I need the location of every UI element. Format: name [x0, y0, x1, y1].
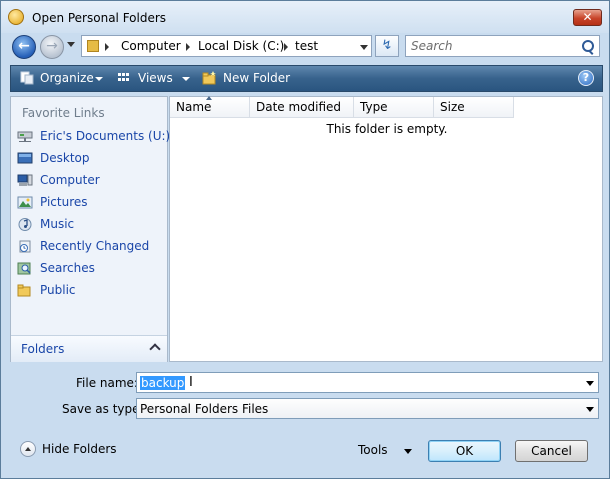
- forward-button[interactable]: →: [40, 35, 64, 59]
- ok-button[interactable]: OK: [428, 440, 501, 462]
- column-header-date-modified[interactable]: Date modified: [250, 97, 354, 118]
- chevron-up-icon: [20, 441, 36, 457]
- network-drive-icon: [17, 131, 33, 142]
- column-header-label: Name: [176, 100, 212, 114]
- folder-icon: [87, 40, 99, 52]
- outlook-app-icon: [8, 9, 24, 25]
- breadcrumb-arrow-icon[interactable]: [284, 43, 288, 51]
- favorite-links-heading: Favorite Links: [22, 106, 105, 120]
- text-cursor-icon: I: [189, 375, 193, 390]
- back-button[interactable]: ←: [12, 35, 36, 59]
- music-icon: [18, 218, 32, 231]
- title-bar[interactable]: Open Personal Folders ✕: [1, 1, 609, 33]
- command-toolbar: Organize Views New Folder ?: [10, 65, 603, 92]
- favorite-link-recently-changed[interactable]: Recently Changed: [17, 238, 165, 256]
- cancel-button[interactable]: Cancel: [515, 440, 588, 462]
- column-header-label: Date modified: [256, 100, 342, 114]
- column-header-name[interactable]: Name: [170, 96, 250, 118]
- favorite-link-label: Pictures: [40, 195, 88, 209]
- address-dropdown-icon[interactable]: [360, 45, 368, 50]
- favorite-link-desktop[interactable]: Desktop: [17, 150, 165, 168]
- organize-icon: [20, 71, 34, 85]
- computer-icon: [17, 174, 33, 186]
- folder-icon: [17, 284, 31, 297]
- column-header-label: Size: [440, 100, 465, 114]
- new-folder-button[interactable]: New Folder: [223, 71, 290, 85]
- new-folder-icon: [202, 71, 216, 85]
- organize-dropdown-icon[interactable]: [95, 77, 103, 81]
- search-input[interactable]: Search: [405, 35, 600, 57]
- save-as-type-value: Personal Folders Files: [140, 402, 269, 416]
- hide-folders-label: Hide Folders: [42, 442, 117, 456]
- file-name-field[interactable]: backup I: [136, 372, 599, 393]
- chevron-up-icon: [149, 343, 161, 355]
- column-header-label: Type: [360, 100, 388, 114]
- favorite-link-searches[interactable]: Searches: [17, 260, 165, 278]
- breadcrumb-local-disk[interactable]: Local Disk (C:): [198, 39, 284, 53]
- file-list[interactable]: Name Date modified Type Size This folder…: [169, 96, 603, 362]
- folders-label: Folders: [21, 342, 65, 356]
- file-name-value: backup: [140, 376, 186, 390]
- search-icon[interactable]: [582, 40, 594, 52]
- favorite-link-label: Desktop: [40, 151, 90, 165]
- tools-button[interactable]: Tools: [358, 443, 388, 457]
- favorite-link-public[interactable]: Public: [17, 282, 165, 300]
- organize-button[interactable]: Organize: [40, 71, 94, 85]
- favorite-link-label: Eric's Documents (U:): [40, 129, 171, 143]
- views-dropdown-icon[interactable]: [182, 77, 190, 81]
- favorite-link-erics-documents[interactable]: Eric's Documents (U:): [17, 128, 170, 146]
- favorite-link-computer[interactable]: Computer: [17, 172, 165, 190]
- views-button[interactable]: Views: [138, 71, 173, 85]
- breadcrumb-test[interactable]: test: [295, 39, 318, 53]
- breadcrumb-arrow-icon[interactable]: [186, 43, 190, 51]
- file-name-label: File name:: [76, 376, 138, 390]
- file-name-dropdown-icon[interactable]: [586, 381, 594, 386]
- recent-icon: [19, 240, 31, 253]
- column-header-size[interactable]: Size: [434, 97, 514, 118]
- open-personal-folders-dialog: Open Personal Folders ✕ ← → Computer Loc…: [0, 0, 610, 479]
- address-row: ← → Computer Local Disk (C:) test ↯ Sear…: [1, 33, 609, 61]
- favorite-link-label: Searches: [40, 261, 95, 275]
- save-as-type-label: Save as type:: [62, 402, 144, 416]
- favorite-link-label: Music: [40, 217, 75, 231]
- search-placeholder: Search: [411, 39, 453, 53]
- column-header-type[interactable]: Type: [354, 97, 434, 118]
- favorite-link-label: Recently Changed: [40, 239, 150, 253]
- tools-dropdown-icon[interactable]: [404, 449, 412, 454]
- window-title: Open Personal Folders: [32, 11, 167, 25]
- refresh-button[interactable]: ↯: [375, 35, 399, 57]
- views-icon: [118, 73, 129, 81]
- help-icon[interactable]: ?: [578, 70, 594, 86]
- desktop-icon: [17, 152, 33, 164]
- folders-toggle[interactable]: Folders: [11, 335, 167, 362]
- save-as-type-dropdown-icon[interactable]: [586, 407, 594, 412]
- breadcrumb-computer[interactable]: Computer: [121, 39, 181, 53]
- favorite-link-label: Public: [40, 283, 76, 297]
- favorite-link-music[interactable]: Music: [17, 216, 165, 234]
- close-button[interactable]: ✕: [573, 9, 602, 26]
- recent-pages-dropdown-icon[interactable]: [67, 42, 75, 47]
- address-bar[interactable]: Computer Local Disk (C:) test: [81, 35, 372, 57]
- searches-icon: [17, 262, 31, 275]
- favorite-link-pictures[interactable]: Pictures: [17, 194, 165, 212]
- navigation-pane: Favorite Links Eric's Documents (U:) Des…: [10, 96, 170, 362]
- empty-folder-message: This folder is empty.: [326, 122, 448, 136]
- pictures-icon: [17, 196, 33, 209]
- favorite-link-label: Computer: [40, 173, 100, 187]
- save-as-type-select[interactable]: Personal Folders Files: [136, 398, 599, 419]
- breadcrumb-arrow-icon[interactable]: [105, 43, 109, 51]
